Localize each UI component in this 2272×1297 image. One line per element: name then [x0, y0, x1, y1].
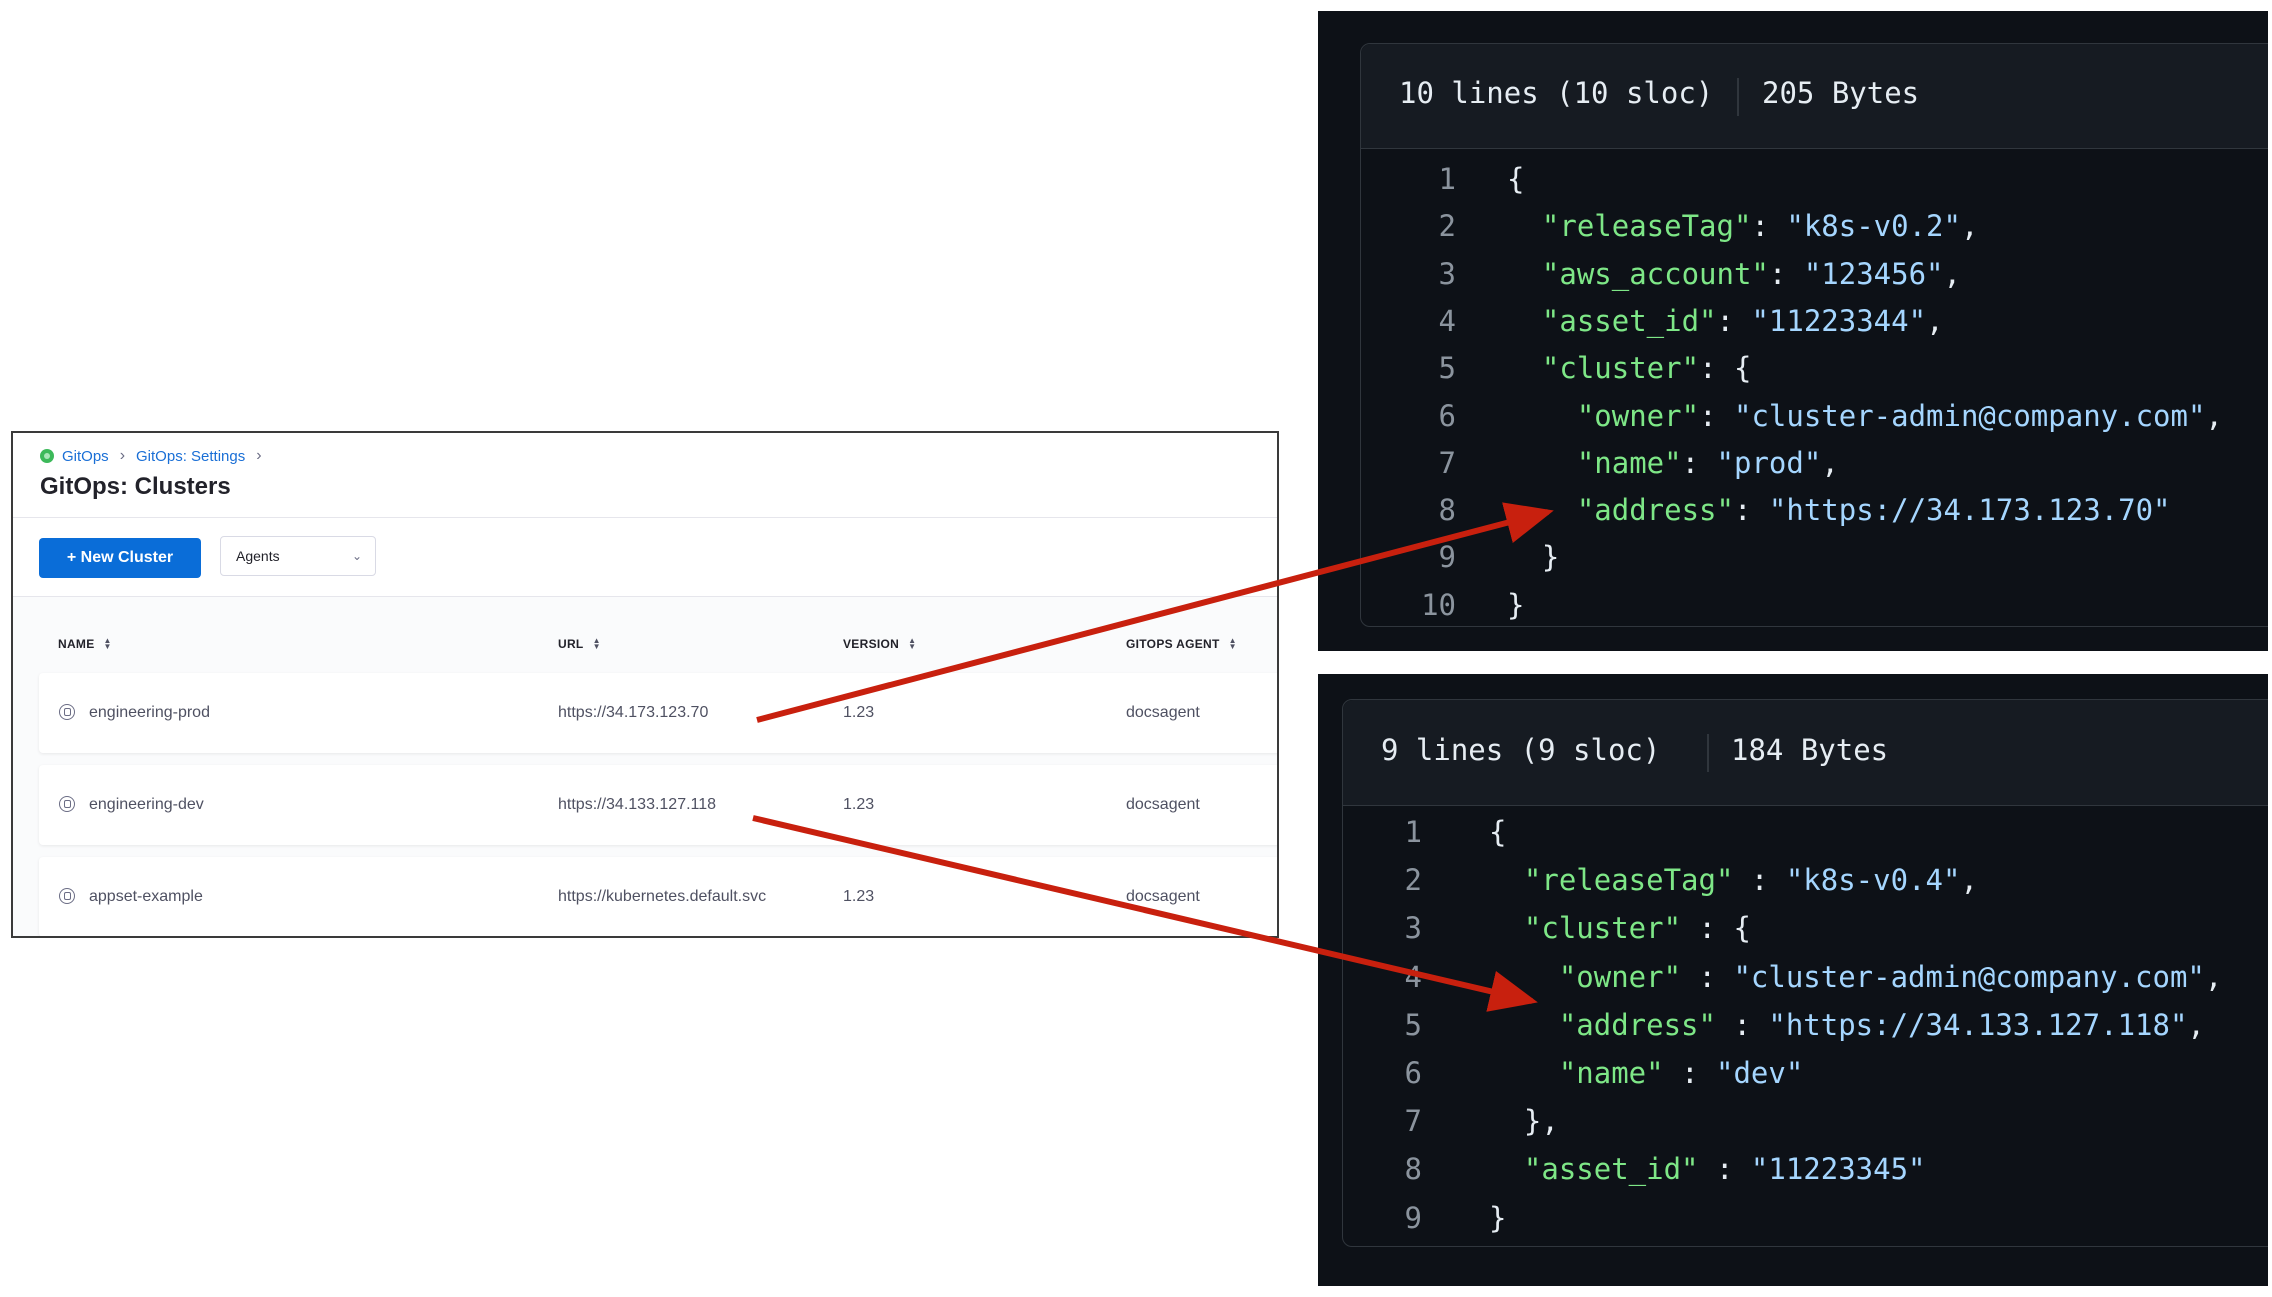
callout-arrows	[752, 502, 1554, 1012]
arrow-prod-address	[756, 502, 1554, 723]
arrow-dev-address	[752, 815, 1538, 1012]
